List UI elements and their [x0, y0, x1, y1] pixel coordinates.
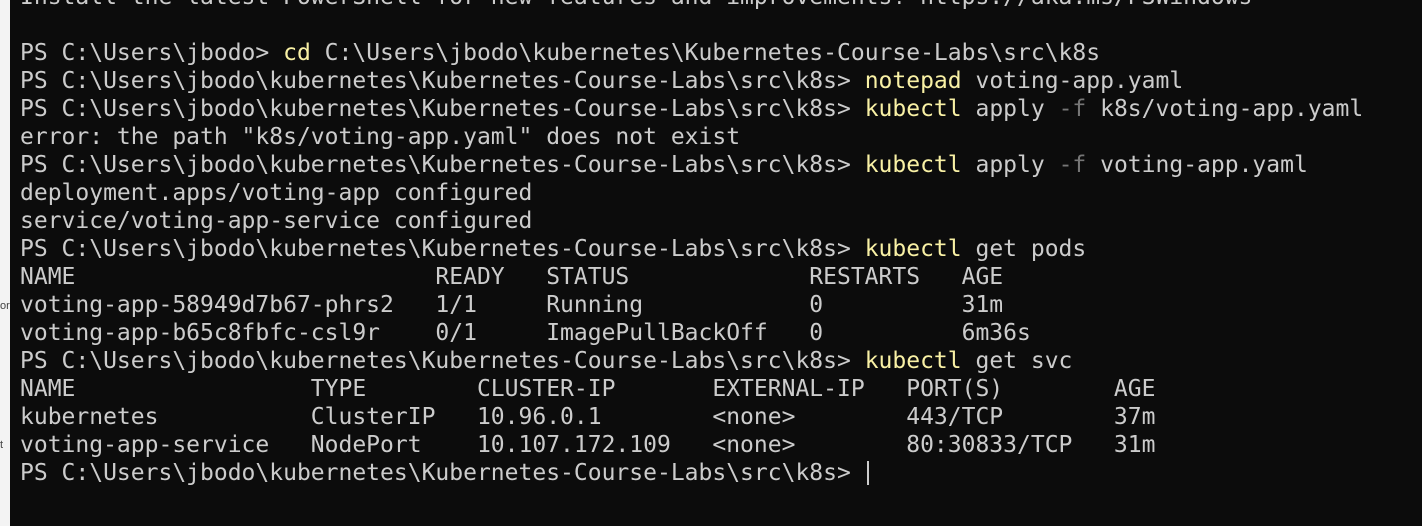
terminal-line: PS C:\Users\jbodo\kubernetes\Kubernetes-… — [20, 347, 1363, 375]
terminal-line: voting-app-58949d7b67-phrs2 1/1 Running … — [20, 291, 1363, 319]
terminal-line: voting-app-service NodePort 10.107.172.1… — [20, 431, 1363, 459]
command-name: notepad — [864, 68, 962, 94]
terminal-text: k8s/voting-app.yaml — [1086, 96, 1364, 122]
terminal-line: service/voting-app-service configured — [20, 207, 1363, 235]
terminal-text: PS C:\Users\jbodo\kubernetes\Kubernetes-… — [20, 236, 865, 262]
command-flag: -f — [1058, 152, 1087, 178]
terminal-text: PS C:\Users\jbodo> — [20, 40, 284, 66]
terminal-text: NAME READY STATUS RESTARTS AGE — [20, 264, 1004, 290]
command-flag: -f — [1058, 96, 1087, 122]
background-window-text-fragment: or — [0, 300, 10, 312]
terminal-text: Install the latest PowerShell for new fe… — [20, 0, 1252, 10]
command-name: kubectl — [864, 152, 962, 178]
terminal-text: C:\Users\jbodo\kubernetes\Kubernetes-Cou… — [310, 40, 1101, 66]
terminal-line: PS C:\Users\jbodo\kubernetes\Kubernetes-… — [20, 151, 1363, 179]
command-name: kubectl — [864, 236, 962, 262]
terminal-text: voting-app-58949d7b67-phrs2 1/1 Running … — [20, 292, 1004, 318]
command-name: kubectl — [864, 348, 962, 374]
terminal-line: error: the path "k8s/voting-app.yaml" do… — [20, 123, 1363, 151]
background-window-text-fragment: t — [0, 439, 4, 451]
command-name: kubectl — [864, 96, 962, 122]
terminal-text: PS C:\Users\jbodo\kubernetes\Kubernetes-… — [20, 96, 865, 122]
terminal-text: deployment.apps/voting-app configured — [20, 180, 533, 206]
terminal-text: apply — [961, 152, 1059, 178]
terminal-line: kubernetes ClusterIP 10.96.0.1 <none> 44… — [20, 403, 1363, 431]
terminal-line: NAME TYPE CLUSTER-IP EXTERNAL-IP PORT(S)… — [20, 375, 1363, 403]
terminal-text: error: the path "k8s/voting-app.yaml" do… — [20, 124, 741, 150]
terminal-line: PS C:\Users\jbodo\kubernetes\Kubernetes-… — [20, 67, 1363, 95]
terminal-text: PS C:\Users\jbodo\kubernetes\Kubernetes-… — [20, 68, 865, 94]
terminal-line: PS C:\Users\jbodo\kubernetes\Kubernetes-… — [20, 459, 1363, 487]
background-window-edge: or t — [0, 0, 10, 526]
terminal-text: voting-app.yaml — [1086, 152, 1308, 178]
terminal-text: PS C:\Users\jbodo\kubernetes\Kubernetes-… — [20, 348, 865, 374]
terminal-text: kubernetes ClusterIP 10.96.0.1 <none> 44… — [20, 404, 1156, 430]
terminal-line: Install the latest PowerShell for new fe… — [20, 0, 1363, 11]
terminal-text: NAME TYPE CLUSTER-IP EXTERNAL-IP PORT(S)… — [20, 376, 1156, 402]
terminal-line: voting-app-b65c8fbfc-csl9r 0/1 ImagePull… — [20, 319, 1363, 347]
terminal-text: voting-app-service NodePort 10.107.172.1… — [20, 432, 1156, 458]
terminal-text: PS C:\Users\jbodo\kubernetes\Kubernetes-… — [20, 460, 865, 486]
powershell-terminal[interactable]: Install the latest PowerShell for new fe… — [10, 0, 1422, 526]
terminal-text: service/voting-app-service configured — [20, 208, 533, 234]
terminal-text: apply — [961, 96, 1059, 122]
terminal-line: PS C:\Users\jbodo\kubernetes\Kubernetes-… — [20, 95, 1363, 123]
terminal-text: voting-app.yaml — [961, 68, 1184, 94]
terminal-line: PS C:\Users\jbodo> cd C:\Users\jbodo\kub… — [20, 39, 1363, 67]
terminal-text: PS C:\Users\jbodo\kubernetes\Kubernetes-… — [20, 152, 865, 178]
terminal-line: PS C:\Users\jbodo\kubernetes\Kubernetes-… — [20, 235, 1363, 263]
terminal-line: NAME READY STATUS RESTARTS AGE — [20, 263, 1363, 291]
terminal-text: get svc — [961, 348, 1073, 374]
terminal-line: deployment.apps/voting-app configured — [20, 179, 1363, 207]
terminal-text: get pods — [961, 236, 1087, 262]
text-cursor — [866, 461, 869, 485]
command-name: cd — [283, 40, 311, 66]
terminal-text: voting-app-b65c8fbfc-csl9r 0/1 ImagePull… — [20, 320, 1031, 346]
terminal-output: Install the latest PowerShell for new fe… — [20, 0, 1363, 487]
